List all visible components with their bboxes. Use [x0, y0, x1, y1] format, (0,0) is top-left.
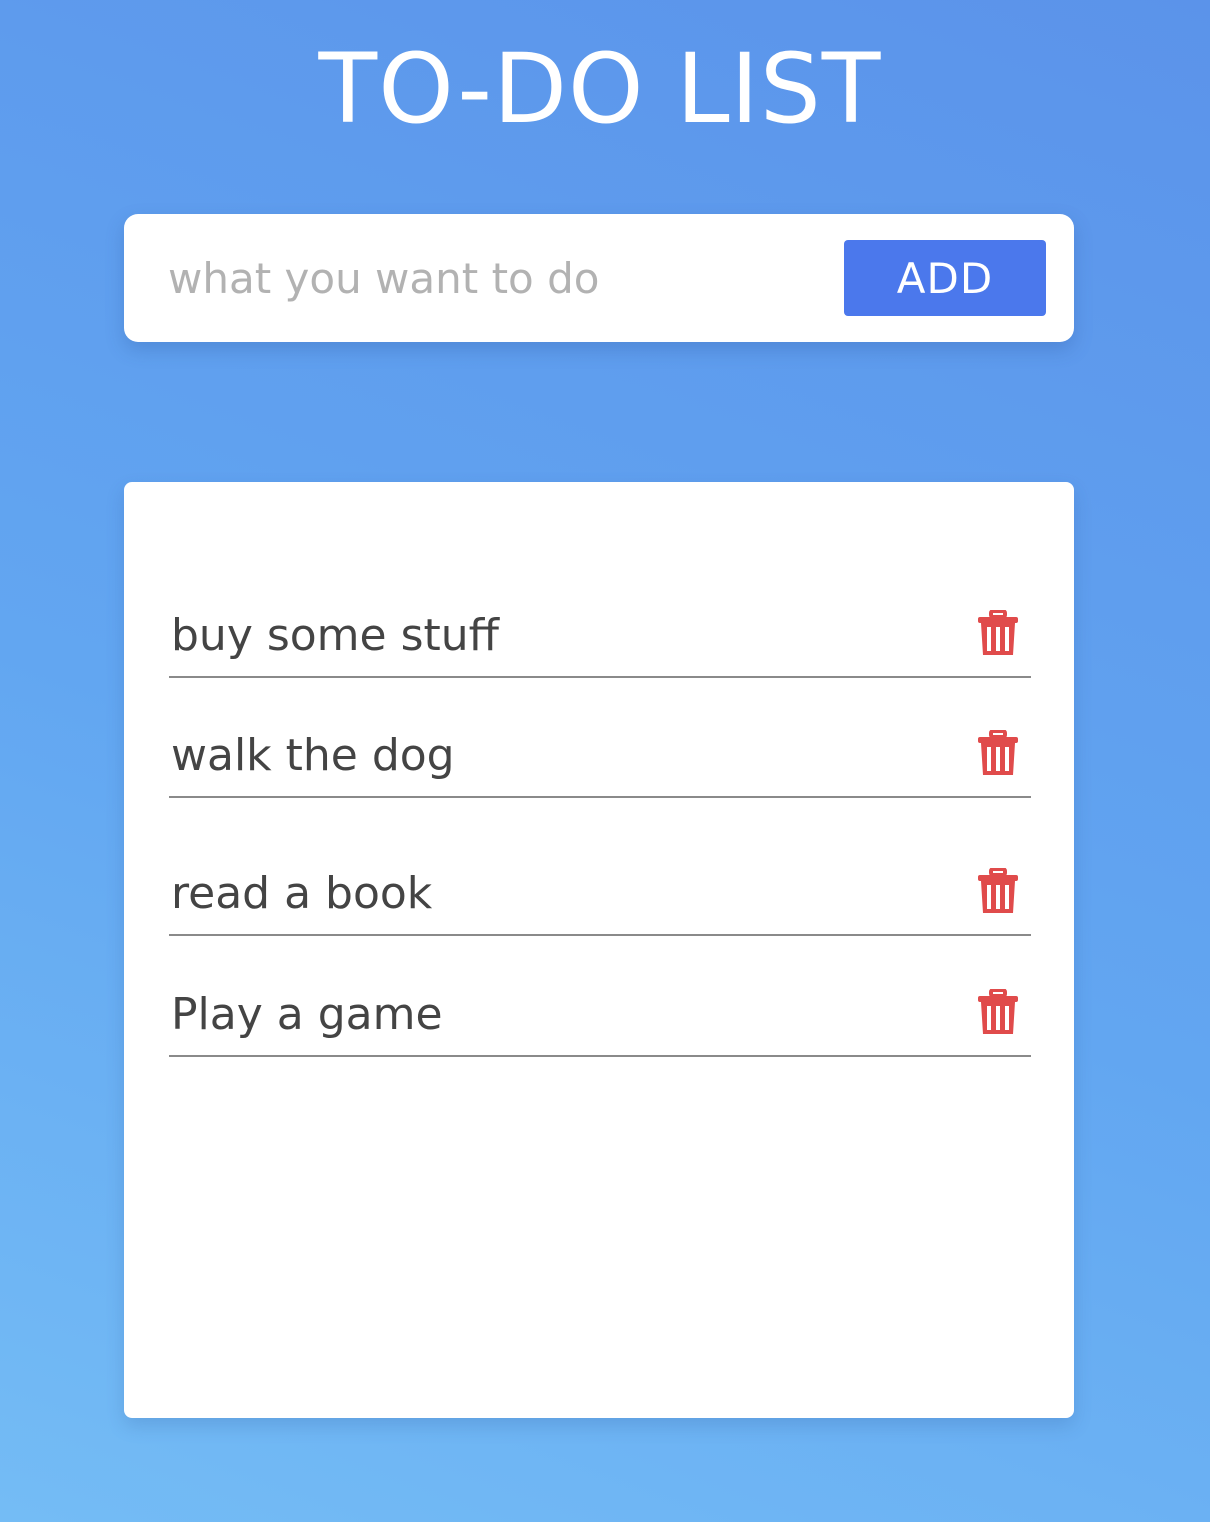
add-todo-card: ADD [124, 214, 1074, 342]
trash-icon[interactable] [977, 989, 1019, 1035]
todo-text: Play a game [171, 989, 443, 1040]
todo-item: walk the dog [169, 716, 1031, 798]
trash-icon[interactable] [977, 730, 1019, 776]
todo-text: buy some stuff [171, 610, 499, 661]
todo-item: Play a game [169, 975, 1031, 1057]
todo-item: buy some stuff [169, 596, 1031, 678]
add-button[interactable]: ADD [844, 240, 1046, 316]
todo-text: walk the dog [171, 730, 455, 781]
todo-list: buy some stuff walk the dog read a book [124, 482, 1074, 1418]
todo-input[interactable] [168, 244, 818, 312]
trash-icon[interactable] [977, 868, 1019, 914]
trash-icon[interactable] [977, 610, 1019, 656]
page-title: TO-DO LIST [318, 33, 882, 145]
todo-item: read a book [169, 854, 1031, 936]
todo-text: read a book [171, 868, 433, 919]
